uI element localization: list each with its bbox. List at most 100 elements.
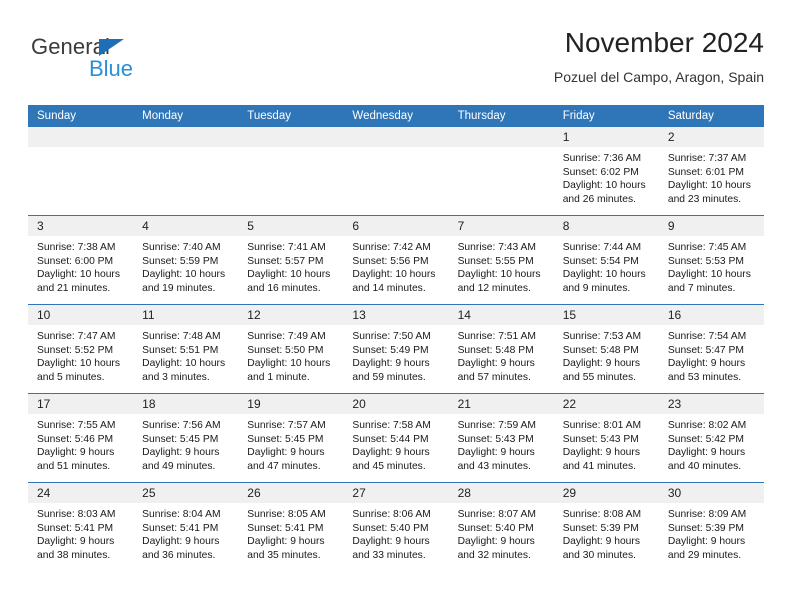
calendar-day-cell[interactable]: 12 Sunrise: 7:49 AM Sunset: 5:50 PM Dayligh…	[238, 304, 344, 394]
daylight-text: Daylight: 9 hours and 32 minutes.	[457, 536, 535, 561]
day-number: 1	[553, 127, 659, 147]
calendar-day-cell[interactable]: 10 Sunrise: 7:47 AM Sunset: 5:52 PM Dayligh…	[28, 304, 134, 394]
calendar-day-cell[interactable]: 8 Sunrise: 7:44 AM Sunset: 5:54 PM Daylight…	[553, 215, 659, 305]
daylight-text: Daylight: 9 hours and 41 minutes.	[562, 447, 640, 472]
calendar-day-cell[interactable]: 3 Sunrise: 7:38 AM Sunset: 6:00 PM Daylight…	[28, 215, 134, 305]
day-number: 7	[448, 216, 554, 236]
day-number: 4	[133, 216, 239, 236]
day-number: 16	[658, 305, 764, 325]
calendar-day-cell[interactable]: 5 Sunrise: 7:41 AM Sunset: 5:57 PM Daylight…	[238, 215, 344, 305]
sunset-text: Sunset: 5:40 PM	[352, 522, 429, 534]
calendar-day-cell[interactable]: 6 Sunrise: 7:42 AM Sunset: 5:56 PM Daylight…	[343, 215, 449, 305]
calendar-day-cell[interactable]: 30 Sunrise: 8:09 AM Sunset: 5:39 PM Dayligh…	[658, 482, 764, 571]
sunset-text: Sunset: 5:42 PM	[667, 433, 744, 445]
calendar-cell-empty	[238, 127, 344, 216]
day-number: 17	[28, 394, 134, 414]
calendar-day-cell[interactable]: 16 Sunrise: 7:54 AM Sunset: 5:47 PM Dayligh…	[658, 304, 764, 394]
daylight-text: Daylight: 9 hours and 59 minutes.	[352, 358, 430, 383]
calendar-day-cell[interactable]: 27 Sunrise: 8:06 AM Sunset: 5:40 PM Dayligh…	[343, 482, 449, 571]
daylight-text: Daylight: 9 hours and 40 minutes.	[667, 447, 746, 472]
calendar-day-cell[interactable]: 24 Sunrise: 8:03 AM Sunset: 5:41 PM Dayligh…	[28, 482, 134, 571]
calendar-day-cell[interactable]: 20 Sunrise: 7:58 AM Sunset: 5:44 PM Dayligh…	[343, 393, 449, 483]
calendar-day-cell[interactable]: 17 Sunrise: 7:55 AM Sunset: 5:46 PM Dayligh…	[28, 393, 134, 483]
sunrise-text: Sunrise: 8:07 AM	[457, 509, 536, 520]
calendar-day-cell[interactable]: 23 Sunrise: 8:02 AM Sunset: 5:42 PM Dayligh…	[658, 393, 764, 483]
calendar-day-cell[interactable]: 11 Sunrise: 7:48 AM Sunset: 5:51 PM Dayligh…	[133, 304, 239, 394]
page-title: November 2024	[564, 27, 764, 58]
day-number	[133, 127, 239, 147]
day-number: 27	[343, 483, 449, 503]
calendar-cell-empty	[133, 127, 239, 216]
sunset-text: Sunset: 5:39 PM	[667, 522, 744, 534]
calendar-day-cell[interactable]: 7 Sunrise: 7:43 AM Sunset: 5:55 PM Daylight…	[448, 215, 554, 305]
calendar-day-cell[interactable]: 9 Sunrise: 7:45 AM Sunset: 5:53 PM Daylight…	[658, 215, 764, 305]
day-details: Sunrise: 7:42 AM Sunset: 5:56 PM Daylight:…	[343, 236, 448, 295]
calendar-day-cell[interactable]: 29 Sunrise: 8:08 AM Sunset: 5:39 PM Dayligh…	[553, 482, 659, 571]
sunrise-text: Sunrise: 7:51 AM	[457, 331, 536, 342]
sunset-text: Sunset: 5:43 PM	[562, 433, 639, 445]
day-details: Sunrise: 7:41 AM Sunset: 5:57 PM Daylight:…	[238, 236, 343, 295]
calendar-day-cell[interactable]: 21 Sunrise: 7:59 AM Sunset: 5:43 PM Dayligh…	[448, 393, 554, 483]
sunset-text: Sunset: 5:57 PM	[247, 255, 324, 267]
calendar-day-cell[interactable]: 26 Sunrise: 8:05 AM Sunset: 5:41 PM Dayligh…	[238, 482, 344, 571]
weekday-header-tuesday: Tuesday	[238, 105, 344, 127]
day-details: Sunrise: 7:47 AM Sunset: 5:52 PM Daylight:…	[28, 325, 133, 384]
sunset-text: Sunset: 5:51 PM	[142, 344, 219, 356]
daylight-text: Daylight: 10 hours and 23 minutes.	[667, 180, 751, 205]
day-details	[238, 147, 343, 152]
day-details: Sunrise: 7:49 AM Sunset: 5:50 PM Daylight:…	[238, 325, 343, 384]
day-details: Sunrise: 7:58 AM Sunset: 5:44 PM Daylight:…	[343, 414, 448, 473]
calendar-day-cell[interactable]: 1 Sunrise: 7:36 AM Sunset: 6:02 PM Daylight…	[553, 127, 659, 216]
sunrise-text: Sunrise: 7:45 AM	[667, 242, 747, 253]
calendar-day-cell[interactable]: 19 Sunrise: 7:57 AM Sunset: 5:45 PM Dayligh…	[238, 393, 344, 483]
sunrise-text: Sunrise: 7:43 AM	[457, 242, 536, 253]
sunrise-text: Sunrise: 7:36 AM	[562, 153, 642, 164]
calendar-day-cell[interactable]: 15 Sunrise: 7:53 AM Sunset: 5:48 PM Dayligh…	[553, 304, 659, 394]
sunrise-text: Sunrise: 7:54 AM	[667, 331, 747, 342]
day-details: Sunrise: 7:53 AM Sunset: 5:48 PM Daylight:…	[554, 325, 659, 384]
calendar-day-cell[interactable]: 14 Sunrise: 7:51 AM Sunset: 5:48 PM Dayligh…	[448, 304, 554, 394]
calendar-day-cell[interactable]: 25 Sunrise: 8:04 AM Sunset: 5:41 PM Dayligh…	[133, 482, 239, 571]
calendar-day-cell[interactable]: 22 Sunrise: 8:01 AM Sunset: 5:43 PM Dayligh…	[553, 393, 659, 483]
daylight-text: Daylight: 10 hours and 16 minutes.	[247, 269, 331, 294]
sunset-text: Sunset: 5:40 PM	[457, 522, 534, 534]
daylight-text: Daylight: 9 hours and 35 minutes.	[247, 536, 325, 561]
daylight-text: Daylight: 9 hours and 53 minutes.	[667, 358, 746, 383]
sunrise-text: Sunrise: 7:56 AM	[142, 420, 221, 431]
sunset-text: Sunset: 5:48 PM	[457, 344, 534, 356]
daylight-text: Daylight: 9 hours and 51 minutes.	[37, 447, 115, 472]
daylight-text: Daylight: 10 hours and 3 minutes.	[142, 358, 226, 383]
calendar-day-cell[interactable]: 13 Sunrise: 7:50 AM Sunset: 5:49 PM Dayligh…	[343, 304, 449, 394]
day-details: Sunrise: 7:38 AM Sunset: 6:00 PM Daylight:…	[28, 236, 133, 295]
daylight-text: Daylight: 10 hours and 7 minutes.	[667, 269, 751, 294]
day-details: Sunrise: 8:03 AM Sunset: 5:41 PM Daylight:…	[28, 503, 133, 562]
sunrise-text: Sunrise: 7:38 AM	[37, 242, 116, 253]
calendar-day-cell[interactable]: 18 Sunrise: 7:56 AM Sunset: 5:45 PM Dayligh…	[133, 393, 239, 483]
month-calendar: Sunday Monday Tuesday Wednesday Thursday Frid…	[28, 105, 764, 571]
day-number: 22	[553, 394, 659, 414]
logo-text-blue: Blue	[89, 56, 134, 81]
day-details: Sunrise: 7:36 AM Sunset: 6:02 PM Daylight:…	[554, 147, 659, 206]
weekday-header-wednesday: Wednesday	[343, 105, 449, 127]
calendar-day-cell[interactable]: 4 Sunrise: 7:40 AM Sunset: 5:59 PM Daylight…	[133, 215, 239, 305]
calendar-day-cell[interactable]: 28 Sunrise: 8:07 AM Sunset: 5:40 PM Dayligh…	[448, 482, 554, 571]
sunrise-text: Sunrise: 7:42 AM	[352, 242, 431, 253]
daylight-text: Daylight: 10 hours and 12 minutes.	[457, 269, 541, 294]
calendar-day-cell[interactable]: 2 Sunrise: 7:37 AM Sunset: 6:01 PM Daylight…	[658, 127, 764, 216]
sunset-text: Sunset: 5:55 PM	[457, 255, 534, 267]
sunset-text: Sunset: 5:46 PM	[37, 433, 114, 445]
daylight-text: Daylight: 9 hours and 38 minutes.	[37, 536, 115, 561]
generalblue-logo[interactable]: General Blue	[31, 34, 221, 86]
sunset-text: Sunset: 5:47 PM	[667, 344, 744, 356]
logo-triangle-icon	[99, 39, 124, 56]
sunrise-text: Sunrise: 8:08 AM	[562, 509, 642, 520]
day-details: Sunrise: 8:09 AM Sunset: 5:39 PM Daylight:…	[659, 503, 764, 562]
calendar-week-row: 24 Sunrise: 8:03 AM Sunset: 5:41 PM Dayligh…	[28, 482, 764, 571]
day-number	[28, 127, 134, 147]
day-number: 23	[658, 394, 764, 414]
calendar-cell-empty	[448, 127, 554, 216]
sunrise-text: Sunrise: 7:44 AM	[562, 242, 642, 253]
day-number: 10	[28, 305, 134, 325]
day-details: Sunrise: 7:37 AM Sunset: 6:01 PM Daylight:…	[659, 147, 764, 206]
daylight-text: Daylight: 10 hours and 19 minutes.	[142, 269, 226, 294]
